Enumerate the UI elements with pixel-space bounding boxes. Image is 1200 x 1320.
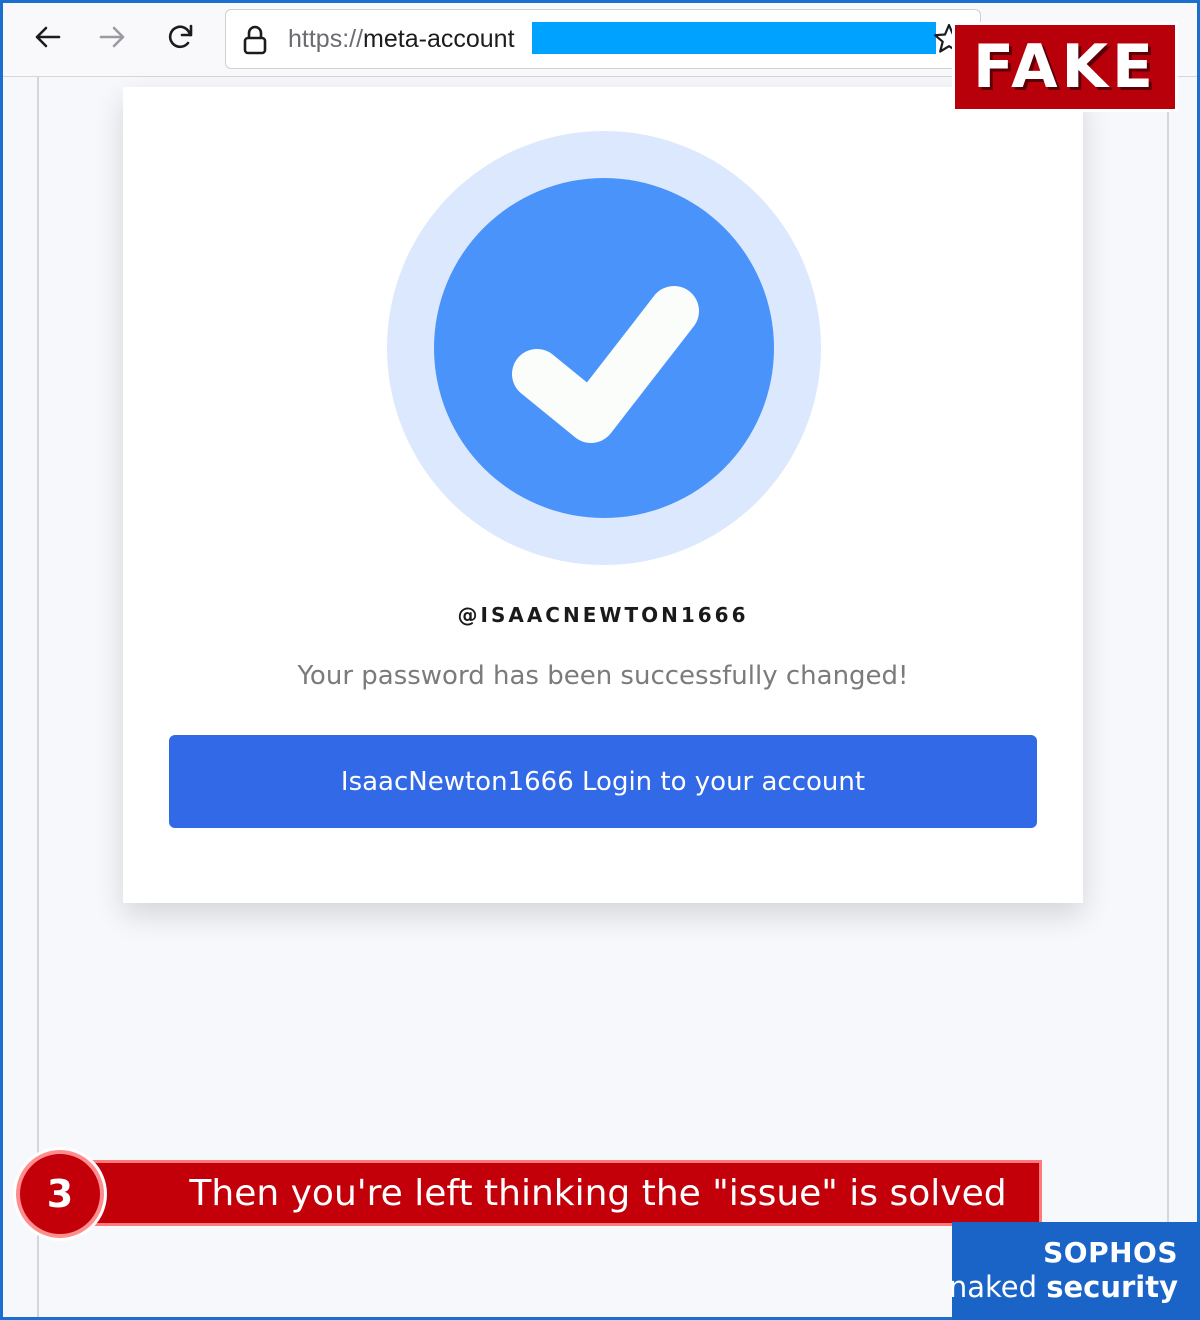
screenshot-frame: https://meta-account @ISAACNEWTON1666 Yo… bbox=[0, 0, 1200, 1320]
back-button[interactable] bbox=[27, 17, 67, 57]
caption-banner: Then you're left thinking the "issue" is… bbox=[60, 1160, 1042, 1226]
page-right-border bbox=[1167, 77, 1169, 1317]
url-redaction-bar bbox=[532, 22, 936, 54]
forward-button[interactable] bbox=[93, 17, 133, 57]
address-bar[interactable]: https://meta-account bbox=[225, 9, 981, 69]
fake-stamp: FAKE bbox=[952, 22, 1178, 112]
brand-tagline-bold: security bbox=[1046, 1270, 1178, 1304]
success-message: Your password has been successfully chan… bbox=[297, 661, 909, 691]
sophos-logo: SOPHOS naked security bbox=[949, 1222, 1200, 1320]
reload-icon bbox=[168, 24, 193, 49]
step-number-badge: 3 bbox=[16, 1150, 104, 1238]
brand-tagline: naked security bbox=[949, 1270, 1178, 1304]
brand-name: SOPHOS bbox=[1043, 1236, 1178, 1269]
url-text: https://meta-account bbox=[288, 25, 515, 54]
account-handle: @ISAACNEWTON1666 bbox=[457, 603, 749, 627]
fake-stamp-label: FAKE bbox=[972, 32, 1158, 102]
forward-arrow-icon bbox=[99, 26, 125, 48]
login-button[interactable]: IsaacNewton1666 Login to your account bbox=[169, 735, 1037, 828]
page-left-border bbox=[37, 77, 39, 1317]
verified-check-icon bbox=[387, 131, 821, 565]
url-host: meta-account bbox=[363, 25, 515, 53]
step-number: 3 bbox=[46, 1172, 74, 1216]
reload-button[interactable] bbox=[161, 17, 201, 57]
success-card: @ISAACNEWTON1666 Your password has been … bbox=[123, 87, 1083, 903]
url-scheme: https:// bbox=[288, 25, 364, 53]
brand-tagline-light: naked bbox=[948, 1270, 1047, 1304]
back-arrow-icon bbox=[35, 26, 61, 48]
caption-text: Then you're left thinking the "issue" is… bbox=[189, 1172, 1007, 1214]
lock-icon bbox=[243, 25, 267, 55]
